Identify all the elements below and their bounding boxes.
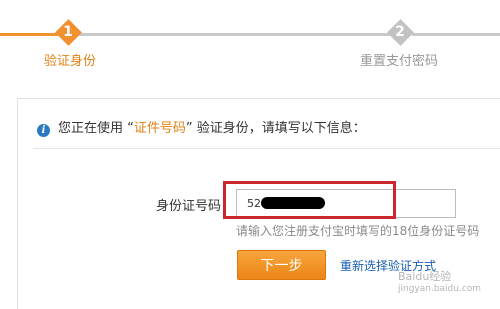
id-number-hint: 请输入您注册支付宝时填写的18位身份证号码 — [236, 224, 480, 238]
id-number-label: 身份证号码 — [156, 199, 222, 214]
watermark: Baidu经验 — [398, 270, 452, 283]
step-progress-line-active — [0, 33, 60, 36]
reset-password-page: 1 验证身份 2 重置支付密码 i 您正在使用 “证件号码” 验证身份，请填写以下… — [0, 0, 500, 309]
step-2-number: 2 — [395, 24, 405, 40]
step-progress-line-tail — [412, 33, 500, 36]
step-1-label: 验证身份 — [44, 54, 97, 69]
info-prefix: 您正在使用 “ — [58, 121, 134, 136]
step-1-number: 1 — [63, 24, 73, 40]
watermark-url: jingyan.baidu.com — [398, 284, 482, 294]
step-2-label: 重置支付密码 — [360, 54, 439, 69]
next-step-button[interactable]: 下一步 — [237, 250, 326, 280]
divider — [33, 148, 500, 149]
step-progress-line — [78, 33, 390, 36]
info-message: i 您正在使用 “证件号码” 验证身份，请填写以下信息： — [37, 117, 366, 137]
info-method: 证件号码 — [133, 121, 186, 136]
info-icon: i — [37, 124, 50, 137]
info-suffix: ” 验证身份，请填写以下信息： — [185, 121, 366, 136]
annotation-highlight-box — [223, 181, 396, 219]
